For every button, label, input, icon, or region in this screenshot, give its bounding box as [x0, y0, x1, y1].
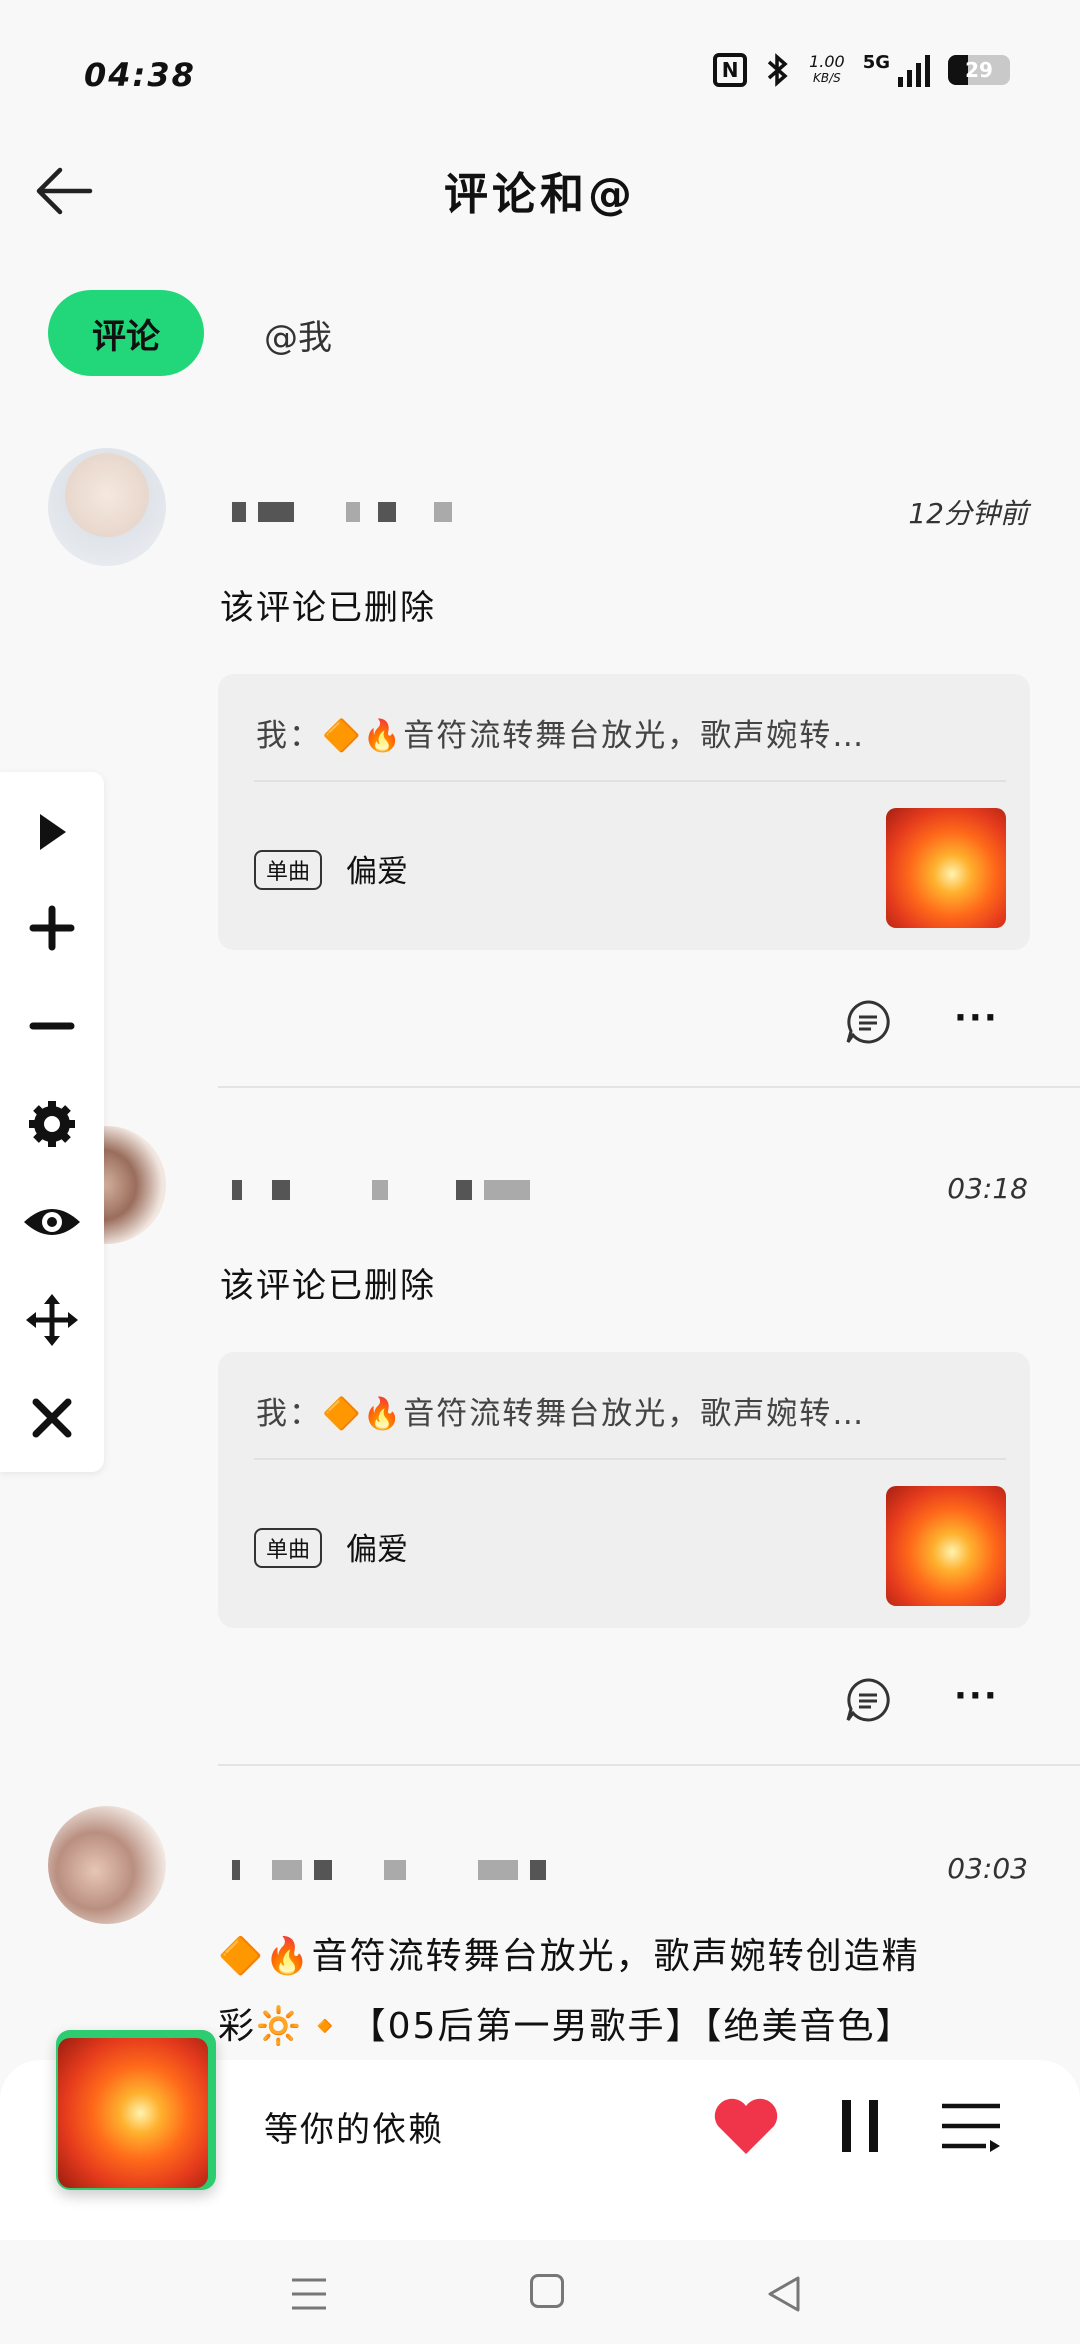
gear-icon[interactable]	[20, 1092, 84, 1156]
eye-icon[interactable]	[20, 1190, 84, 1254]
album-cover	[58, 2038, 208, 2188]
comment-text: 🔶🔥音符流转舞台放光，歌声婉转创造精 彩🔆🔸【05后第一男歌手】【绝美音色】	[218, 1922, 1018, 2062]
nfc-icon: N	[713, 53, 748, 87]
pause-icon[interactable]	[838, 2096, 882, 2156]
quoted-text: 我：🔶🔥音符流转舞台放光，歌声婉转…	[256, 718, 866, 754]
comment-line: 🔶🔥音符流转舞台放光，歌声婉转创造精	[218, 1936, 920, 1977]
username-redacted[interactable]	[232, 1180, 530, 1200]
net-speed-unit: KB/S	[812, 71, 841, 85]
comment-time: 03:18	[947, 1172, 1028, 1205]
floating-toolbar	[0, 772, 104, 1472]
username-redacted[interactable]	[232, 1860, 546, 1880]
album-cover	[886, 808, 1006, 928]
avatar[interactable]	[48, 1806, 166, 1924]
divider	[218, 1764, 1080, 1766]
heart-icon[interactable]	[712, 2096, 780, 2156]
quoted-comment-card[interactable]: 我：🔶🔥音符流转舞台放光，歌声婉转… 单曲 偏爱	[218, 674, 1030, 950]
recent-apps-icon[interactable]	[290, 2276, 328, 2312]
divider	[254, 1458, 1006, 1460]
close-icon[interactable]	[20, 1386, 84, 1450]
mini-player[interactable]: 等你的依赖	[0, 2030, 1080, 2240]
tab-mentions[interactable]: @我	[264, 310, 332, 359]
player-song-title[interactable]: 等你的依赖	[264, 2102, 444, 2151]
net-speed: 1.00 KB/S	[809, 53, 845, 87]
divider	[218, 1086, 1080, 1088]
quoted-comment-card[interactable]: 我：🔶🔥音符流转舞台放光，歌声婉转… 单曲 偏爱	[218, 1352, 1030, 1628]
nav-back-icon[interactable]	[764, 2274, 804, 2314]
album-cover	[886, 1486, 1006, 1606]
song-name: 偏爱	[346, 1532, 408, 1568]
more-options-icon[interactable]: ···	[954, 998, 999, 1038]
network-label: 5G	[862, 52, 890, 73]
status-icons: N 1.00 KB/S 5G 29	[713, 52, 1010, 88]
song-name: 偏爱	[346, 854, 408, 890]
username-redacted[interactable]	[232, 502, 452, 522]
bluetooth-icon	[767, 53, 788, 87]
system-nav-bar	[0, 2240, 1080, 2344]
play-icon[interactable]	[20, 800, 84, 864]
minus-icon[interactable]	[20, 994, 84, 1058]
move-icon[interactable]	[20, 1288, 84, 1352]
comment-time: 12分钟前	[908, 497, 1028, 530]
comment-line: 彩🔆🔸【05后第一男歌手】【绝美音色】	[218, 2006, 914, 2047]
song-tag: 单曲	[254, 850, 323, 890]
reply-icon[interactable]	[844, 998, 892, 1046]
page-title: 评论和@	[444, 169, 636, 220]
tab-comments[interactable]: 评论	[48, 290, 204, 376]
player-cover[interactable]	[56, 2030, 216, 2190]
comment-text: 该评论已删除	[220, 588, 436, 628]
avatar[interactable]	[48, 448, 166, 566]
playlist-icon[interactable]	[940, 2100, 1002, 2156]
home-icon[interactable]	[530, 2274, 564, 2308]
divider	[254, 780, 1006, 782]
song-tag: 单曲	[254, 1528, 323, 1568]
battery-icon: 29	[948, 55, 1010, 85]
plus-icon[interactable]	[20, 896, 84, 960]
comment-text: 该评论已删除	[220, 1266, 436, 1306]
reply-icon[interactable]	[844, 1676, 892, 1724]
signal-icon	[898, 53, 930, 87]
comment-time: 03:03	[947, 1852, 1028, 1885]
quoted-text: 我：🔶🔥音符流转舞台放光，歌声婉转…	[256, 1396, 866, 1432]
more-options-icon[interactable]: ···	[954, 1676, 999, 1716]
status-time: 04:38	[84, 56, 196, 94]
battery-level: 29	[965, 58, 993, 82]
net-speed-value: 1.00	[809, 52, 845, 71]
